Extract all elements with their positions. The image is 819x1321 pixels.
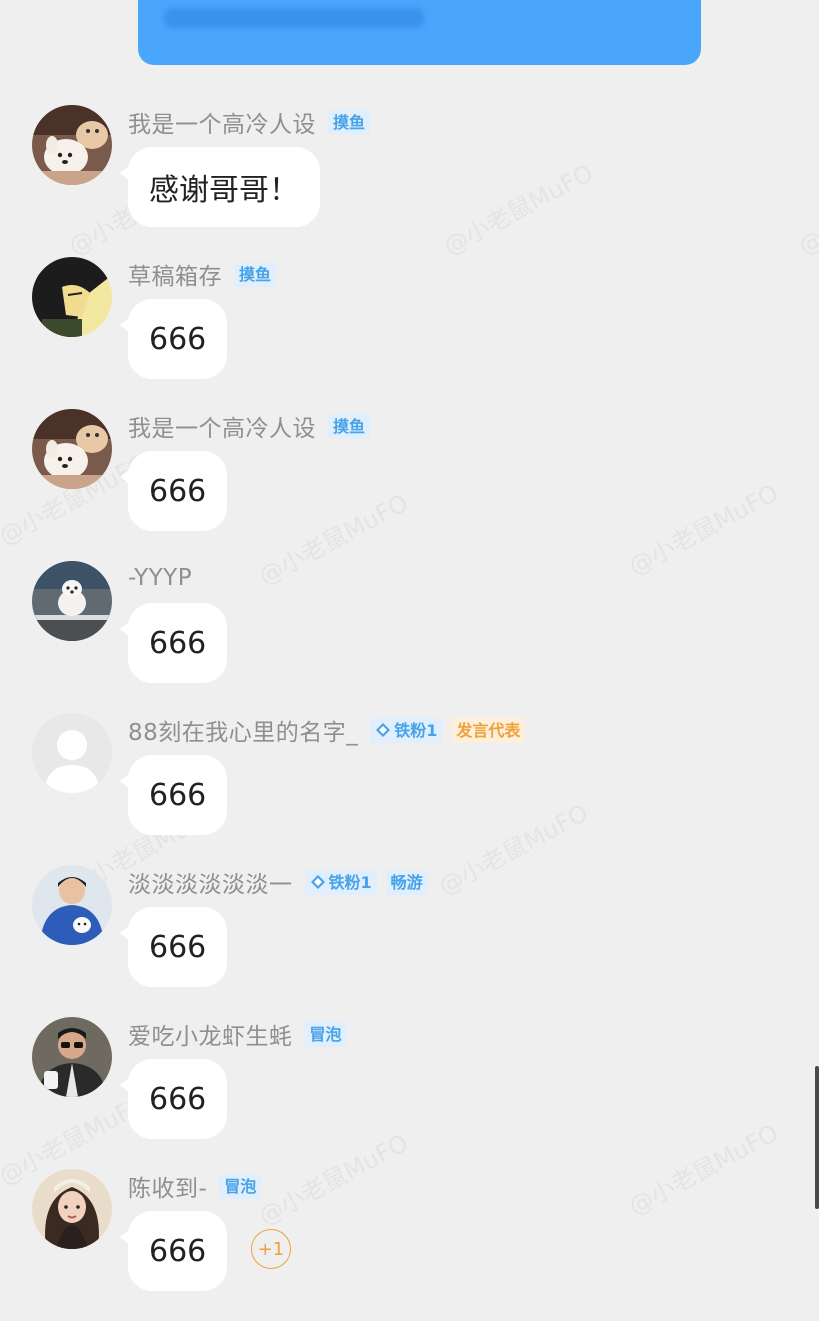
sender-name[interactable]: 淡淡淡淡淡淡一 [128, 865, 293, 899]
dog-with-plush-avatar[interactable] [32, 409, 112, 489]
sender-name[interactable]: 草稿箱存 [128, 257, 222, 291]
message-bubble[interactable]: 666 [119, 1059, 228, 1139]
sender-name[interactable]: 我是一个高冷人设 [128, 409, 316, 443]
badge-label: 冒泡 [224, 1176, 257, 1196]
user-badge[interactable]: 铁粉1 [304, 869, 377, 895]
user-badge[interactable]: 摸鱼 [328, 109, 371, 135]
badge-label: 铁粉1 [394, 720, 438, 740]
message-bubble[interactable]: 666 [119, 299, 228, 379]
chat-message: 草稿箱存 摸鱼 666 [0, 257, 819, 409]
badge-label: 畅游 [390, 872, 423, 892]
chat-message: 爱吃小龙虾生蚝 冒泡 666 [0, 1017, 819, 1169]
default-user-avatar[interactable] [32, 713, 112, 793]
chat-message: 陈收到- 冒泡 666 [0, 1169, 819, 1321]
message-bubble[interactable]: 666 [119, 755, 228, 835]
obscured-message-text [164, 8, 424, 28]
sender-info: 淡淡淡淡淡淡一 铁粉1 畅游 [128, 865, 437, 899]
sender-info: 草稿箱存 摸鱼 [128, 257, 285, 291]
badge-label: 摸鱼 [333, 112, 366, 132]
user-badge[interactable]: 冒泡 [219, 1173, 262, 1199]
chat-message: 我是一个高冷人设 摸鱼 666 [0, 409, 819, 561]
sender-name[interactable]: 我是一个高冷人设 [128, 105, 316, 139]
user-badge[interactable]: 摸鱼 [234, 261, 277, 287]
sender-info: 88刻在我心里的名字_ 铁粉1 发言代表 [128, 713, 534, 747]
message-bubble[interactable]: 666 [119, 451, 228, 531]
badge-label: 铁粉1 [328, 872, 372, 892]
chat-message: 88刻在我心里的名字_ 铁粉1 发言代表 666 [0, 713, 819, 865]
user-badge[interactable]: 发言代表 [451, 717, 526, 743]
diamond-icon [310, 875, 325, 889]
own-message-bubble[interactable] [138, 0, 701, 65]
sender-info: -YYYP [128, 561, 204, 595]
user-badge[interactable]: 冒泡 [304, 1021, 347, 1047]
chat-message: 我是一个高冷人设 摸鱼 感谢哥哥！ [0, 105, 819, 257]
badge-label: 冒泡 [309, 1024, 342, 1044]
sender-name[interactable]: 陈收到- [128, 1169, 207, 1203]
illustrated-woman-avatar[interactable] [32, 1169, 112, 1249]
chat-message: -YYYP 666 [0, 561, 819, 713]
plus-one-reaction-button[interactable]: +1 [251, 1229, 291, 1269]
user-badge[interactable]: 摸鱼 [328, 413, 371, 439]
sender-info: 我是一个高冷人设 摸鱼 [128, 409, 379, 443]
white-dog-photo-avatar[interactable] [32, 561, 112, 641]
sender-name[interactable]: 88刻在我心里的名字_ [128, 713, 358, 747]
sender-info: 爱吃小龙虾生蚝 冒泡 [128, 1017, 356, 1051]
badge-label: 发言代表 [456, 720, 521, 740]
sender-name[interactable]: -YYYP [128, 565, 192, 591]
diamond-icon [376, 723, 391, 737]
user-badge[interactable]: 畅游 [385, 869, 428, 895]
badge-label: 摸鱼 [333, 416, 366, 436]
message-bubble[interactable]: 666 [119, 603, 228, 683]
user-badge[interactable]: 铁粉1 [370, 717, 443, 743]
chat-message: 淡淡淡淡淡淡一 铁粉1 畅游 666 [0, 865, 819, 1017]
person-blue-hoodie-avatar[interactable] [32, 865, 112, 945]
scrollbar[interactable] [815, 1066, 819, 1209]
person-sunglasses-avatar[interactable] [32, 1017, 112, 1097]
sender-info: 我是一个高冷人设 摸鱼 [128, 105, 379, 139]
dog-with-plush-avatar[interactable] [32, 105, 112, 185]
message-bubble[interactable]: 666 [119, 1211, 228, 1291]
anime-character-avatar[interactable] [32, 257, 112, 337]
message-bubble[interactable]: 666 [119, 907, 228, 987]
message-bubble[interactable]: 感谢哥哥！ [120, 147, 320, 227]
sender-info: 陈收到- 冒泡 [128, 1169, 270, 1203]
sender-name[interactable]: 爱吃小龙虾生蚝 [128, 1017, 293, 1051]
badge-label: 摸鱼 [239, 264, 272, 284]
